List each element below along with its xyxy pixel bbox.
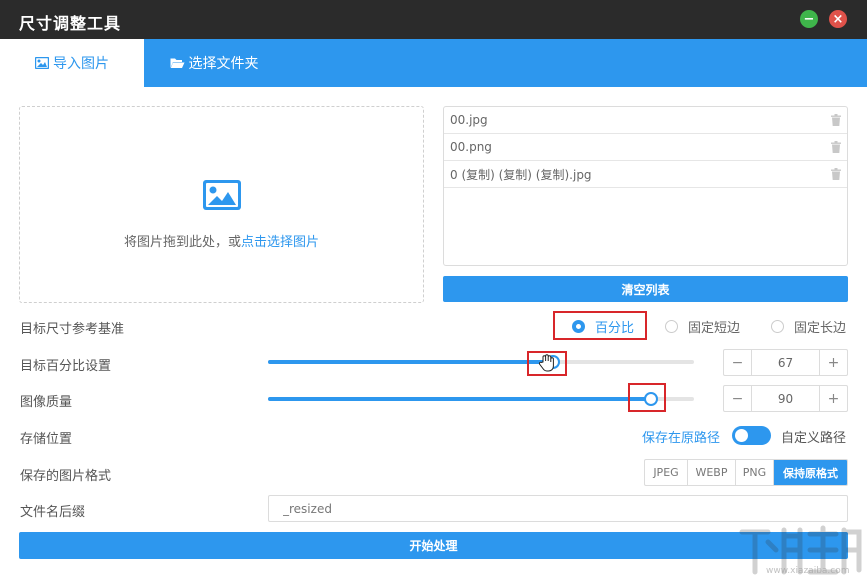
quality-stepper: − 90 + <box>723 385 848 412</box>
percent-label: 目标百分比设置 <box>20 359 112 374</box>
format-jpeg-button[interactable]: JPEG <box>645 460 688 485</box>
radio-unchecked-icon <box>771 319 784 333</box>
radio-unchecked-icon <box>665 319 678 333</box>
drop-hint: 将图片拖到此处，或点击选择图片 <box>20 231 423 250</box>
format-label: 保存的图片格式 <box>20 469 112 484</box>
minimize-icon: − <box>803 11 815 27</box>
radio-fixed-long[interactable]: 固定长边 <box>771 317 847 336</box>
format-button-group: JPEG WEBP PNG 保持原格式 <box>644 459 848 486</box>
tab-select-folder[interactable]: 选择文件夹 <box>144 39 284 87</box>
save-original-path-label[interactable]: 保存在原路径 <box>642 427 720 446</box>
quality-slider-fill <box>268 397 652 401</box>
quality-slider-handle[interactable] <box>644 392 659 406</box>
percent-stepper: − 67 + <box>723 349 848 376</box>
image-icon <box>35 57 49 69</box>
list-item[interactable]: 00.png <box>444 134 847 161</box>
hand-cursor-icon <box>538 354 554 372</box>
quality-slider[interactable] <box>268 392 694 406</box>
radio-checked-icon <box>572 319 585 333</box>
start-processing-button[interactable]: 开始处理 <box>19 532 848 559</box>
minimize-button[interactable]: − <box>800 10 818 28</box>
quality-value[interactable]: 90 <box>751 386 820 411</box>
storage-toggle[interactable] <box>732 426 771 445</box>
quality-label: 图像质量 <box>20 395 73 410</box>
window-title: 尺寸调整工具 <box>19 14 122 33</box>
radio-fixed-short[interactable]: 固定短边 <box>665 317 741 336</box>
trash-icon[interactable] <box>831 141 841 153</box>
suffix-input[interactable] <box>268 495 848 522</box>
list-item[interactable]: 0 (复制) (复制) (复制).jpg <box>444 161 847 188</box>
format-keep-original-button[interactable]: 保持原格式 <box>774 460 847 485</box>
percent-value[interactable]: 67 <box>751 350 820 375</box>
percent-decrement-button[interactable]: − <box>724 350 751 375</box>
percent-slider-fill <box>268 360 554 364</box>
radio-percent[interactable]: 百分比 <box>572 317 635 336</box>
suffix-label: 文件名后缀 <box>20 505 86 520</box>
format-webp-button[interactable]: WEBP <box>688 460 736 485</box>
watermark-url: www.xiazaiba.com <box>766 566 850 576</box>
percent-slider[interactable] <box>268 355 694 369</box>
file-name: 0 (复制) (复制) (复制).jpg <box>450 167 592 182</box>
storage-label: 存储位置 <box>20 432 73 447</box>
close-button[interactable]: × <box>829 10 847 28</box>
drop-hint-text: 将图片拖到此处，或 <box>123 235 241 250</box>
radio-fixed-short-label: 固定短边 <box>688 320 741 336</box>
format-png-button[interactable]: PNG <box>736 460 774 485</box>
radio-fixed-long-label: 固定长边 <box>794 320 847 336</box>
trash-icon[interactable] <box>831 114 841 126</box>
image-drop-zone[interactable]: 将图片拖到此处，或点击选择图片 <box>19 106 424 303</box>
radio-percent-label: 百分比 <box>595 320 635 336</box>
choose-image-link[interactable]: 点击选择图片 <box>241 235 319 250</box>
file-name: 00.jpg <box>450 113 488 127</box>
quality-decrement-button[interactable]: − <box>724 386 751 411</box>
tab-bar: 导入图片 选择文件夹 <box>0 39 867 87</box>
close-icon: × <box>832 11 844 27</box>
list-item[interactable]: 00.jpg <box>444 107 847 134</box>
title-bar: 尺寸调整工具 − × <box>0 0 867 39</box>
picture-icon <box>203 180 241 210</box>
folder-open-icon <box>170 58 184 68</box>
clear-list-button[interactable]: 清空列表 <box>443 276 848 302</box>
tab-import-label: 导入图片 <box>53 56 109 72</box>
tab-import-images[interactable]: 导入图片 <box>0 39 144 87</box>
toggle-knob <box>735 429 748 442</box>
tab-folder-label: 选择文件夹 <box>188 56 259 72</box>
size-basis-label: 目标尺寸参考基准 <box>20 322 125 337</box>
trash-icon[interactable] <box>831 168 841 180</box>
quality-increment-button[interactable]: + <box>820 386 847 411</box>
percent-increment-button[interactable]: + <box>820 350 847 375</box>
file-name: 00.png <box>450 140 492 154</box>
file-list: 00.jpg 00.png 0 (复制) (复制) (复制).jpg <box>443 106 848 266</box>
custom-path-label[interactable]: 自定义路径 <box>781 427 846 446</box>
